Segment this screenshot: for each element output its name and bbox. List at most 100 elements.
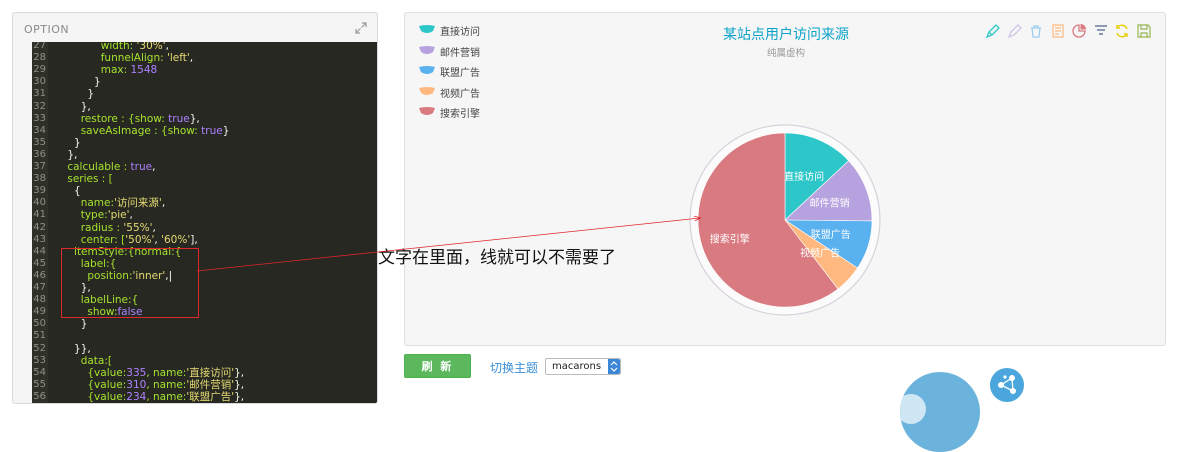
line-number: 37 bbox=[33, 161, 46, 172]
code-line: 56 {value:234, name:'联盟广告'}, bbox=[32, 390, 377, 403]
line-number: 50 bbox=[33, 318, 46, 330]
pie-chart-icon[interactable] bbox=[1071, 23, 1087, 39]
code-text: saveAsImage : {show: true} bbox=[54, 124, 230, 137]
data-view-icon[interactable] bbox=[1050, 23, 1066, 39]
code-text: } bbox=[54, 136, 81, 149]
code-line: 50 } bbox=[32, 318, 377, 331]
line-number: 34 bbox=[33, 124, 46, 136]
line-number: 38 bbox=[33, 173, 46, 185]
code-line: 36 }, bbox=[32, 148, 377, 161]
code-line: 40 name:'访问来源', bbox=[32, 197, 377, 210]
refresh-button[interactable]: 刷 新 bbox=[404, 354, 471, 378]
option-panel: OPTION 27 width: '30%', 28 funnelAlign: '… bbox=[12, 12, 378, 404]
code-text: {value:310, name:'邮件营销'}, bbox=[54, 378, 245, 391]
expand-icon[interactable] bbox=[355, 22, 367, 34]
line-number: 53 bbox=[33, 354, 46, 366]
mark-icon[interactable] bbox=[985, 23, 1001, 39]
pie-slice-label: 邮件营销 bbox=[810, 197, 850, 210]
code-text: {value:234, name:'联盟广告'}, bbox=[54, 390, 245, 403]
line-number: 52 bbox=[33, 342, 46, 354]
line-number: 31 bbox=[33, 88, 46, 100]
chevron-updown-icon bbox=[608, 359, 620, 374]
code-text: radius : '55%', bbox=[54, 221, 156, 234]
line-number: 46 bbox=[33, 269, 46, 281]
code-line: 42 radius : '55%', bbox=[32, 221, 377, 234]
line-number: 54 bbox=[33, 366, 46, 378]
theme-label: 切换主题 bbox=[490, 361, 539, 375]
code-text: center: ['50%', '60%'], bbox=[54, 233, 198, 246]
code-line: 43 center: ['50%', '60%'], bbox=[32, 233, 377, 246]
code-text: } bbox=[54, 76, 101, 89]
code-line: 37 calculable : true, bbox=[32, 161, 377, 173]
line-number: 43 bbox=[33, 233, 46, 245]
code-text: calculable : true, bbox=[54, 161, 156, 173]
line-number: 56 bbox=[33, 390, 46, 402]
theme-select-value: macarons bbox=[552, 361, 602, 372]
code-line: 51 bbox=[32, 330, 377, 342]
code-line: 30 } bbox=[32, 76, 377, 89]
code-text: { bbox=[54, 185, 81, 198]
line-number: 45 bbox=[33, 257, 46, 269]
code-line: 52 }}, bbox=[32, 342, 377, 355]
line-number: 44 bbox=[33, 245, 46, 257]
pie-chart: 直接访问邮件营销联盟广告视频广告 搜索引擎 bbox=[689, 124, 881, 316]
line-number: 51 bbox=[33, 330, 46, 342]
line-number: 41 bbox=[33, 209, 46, 221]
line-number: 47 bbox=[33, 282, 46, 293]
funnel-icon[interactable] bbox=[1093, 23, 1109, 39]
chart-panel: 直接访问 邮件营销 联盟广告 视频广告 搜索引擎 某站点用户访问来源 纯属虚构 直接访问… bbox=[404, 12, 1166, 346]
code-text: width: '30%', bbox=[54, 42, 170, 52]
option-title: OPTION bbox=[24, 23, 70, 36]
code-text: data:[ bbox=[54, 354, 112, 367]
code-line: 27 width: '30%', bbox=[32, 42, 377, 52]
legend-swatch bbox=[419, 66, 435, 74]
decorative-logo bbox=[900, 372, 980, 452]
save-image-icon[interactable] bbox=[1136, 23, 1152, 39]
line-number: 28 bbox=[33, 52, 46, 64]
code-line: 35 } bbox=[32, 136, 377, 149]
code-text: max: 1548 bbox=[54, 64, 158, 77]
code-line: 39 { bbox=[32, 185, 377, 198]
theme-select[interactable]: macarons bbox=[545, 358, 621, 375]
restore-icon[interactable] bbox=[1114, 23, 1130, 39]
code-text: funnelAlign: 'left', bbox=[54, 52, 194, 65]
code-text: name:'访问来源', bbox=[54, 197, 166, 210]
line-number: 30 bbox=[33, 76, 46, 88]
mark-undo-icon[interactable] bbox=[1007, 23, 1023, 39]
code-line: 54 {value:335, name:'直接访问'}, bbox=[32, 366, 377, 379]
code-text: series : [ bbox=[54, 173, 113, 186]
line-number: 33 bbox=[33, 112, 46, 124]
legend-swatch bbox=[419, 86, 435, 95]
code-text: }, bbox=[54, 100, 91, 113]
pie-slice-label: 视频广告 bbox=[800, 247, 840, 260]
line-number: 49 bbox=[33, 306, 46, 318]
line-number: 55 bbox=[33, 378, 46, 390]
code-text: } bbox=[54, 318, 88, 331]
code-text: }, bbox=[54, 148, 78, 161]
chart-toolbox bbox=[985, 23, 1155, 41]
line-number: 42 bbox=[33, 221, 46, 233]
code-text: } bbox=[54, 88, 95, 101]
pie-slice-label: 直接访问 bbox=[784, 170, 824, 183]
line-number: 35 bbox=[33, 136, 46, 148]
pie-slice-label: 搜索引擎 bbox=[710, 233, 750, 246]
share-icon[interactable] bbox=[990, 368, 1024, 402]
line-number: 40 bbox=[33, 197, 46, 209]
code-line: 34 saveAsImage : {show: true} bbox=[32, 124, 377, 137]
code-line: 38 series : [ bbox=[32, 173, 377, 186]
code-text: }}, bbox=[54, 342, 91, 355]
mark-clear-icon[interactable] bbox=[1028, 23, 1044, 39]
line-number: 36 bbox=[33, 148, 46, 160]
code-line: 28 funnelAlign: 'left', bbox=[32, 52, 377, 65]
legend-label: 视频广告 bbox=[440, 88, 480, 100]
code-line: 33 restore : {show: true}, bbox=[32, 112, 377, 125]
code-line: 31 } bbox=[32, 88, 377, 101]
code-text: type:'pie', bbox=[54, 209, 133, 222]
code-line: 29 max: 1548 bbox=[32, 64, 377, 77]
code-text: {value:335, name:'直接访问'}, bbox=[54, 366, 245, 379]
code-text: restore : {show: true}, bbox=[54, 112, 200, 125]
annotation-text: 文字在里面，线就可以不需要了 bbox=[378, 248, 616, 268]
code-editor[interactable]: 27 width: '30%', 28 funnelAlign: 'left', 2… bbox=[32, 42, 377, 403]
line-number: 29 bbox=[33, 64, 46, 76]
legend-label: 联盟广告 bbox=[440, 68, 480, 79]
